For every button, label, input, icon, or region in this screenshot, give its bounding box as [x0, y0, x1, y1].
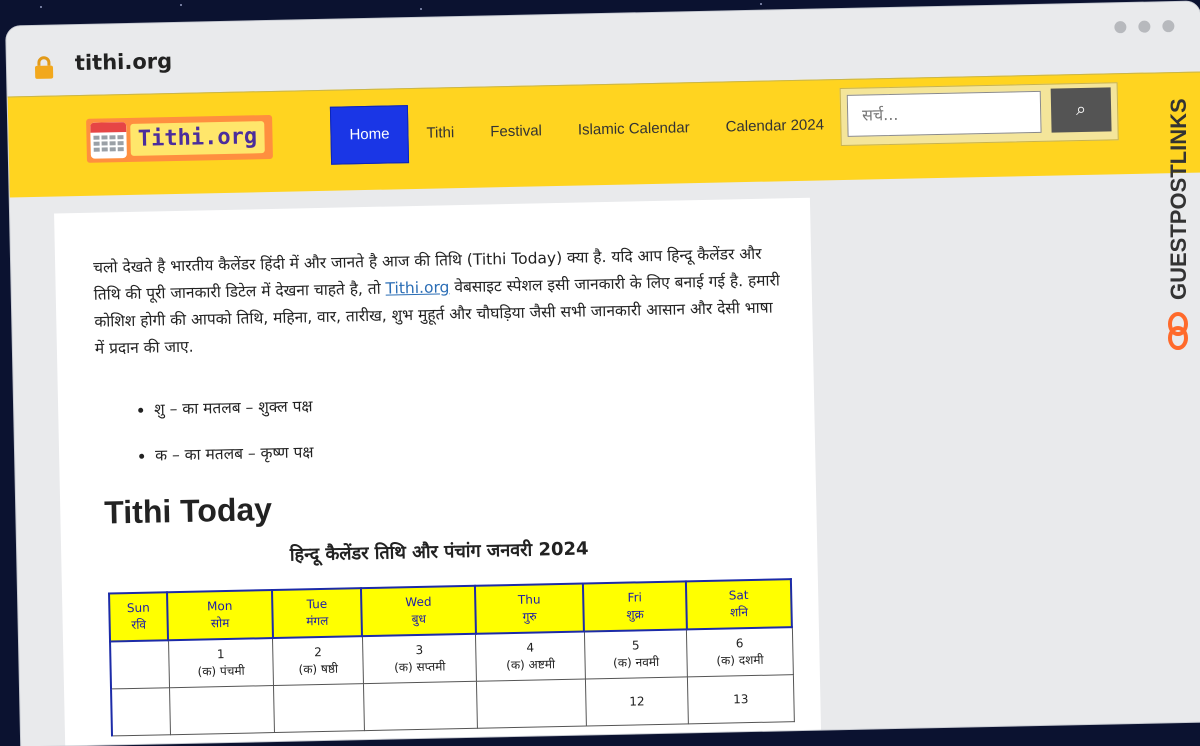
calendar-cell[interactable]: 2 (क) षष्ठी — [272, 636, 364, 686]
day-header: Mon सोम — [167, 590, 273, 641]
calendar-cell — [363, 681, 478, 731]
logo-text: Tithi.org — [130, 121, 265, 156]
main-nav: Home Tithi Festival Islamic Calendar Cal… — [329, 96, 843, 165]
calendar-cell — [169, 685, 275, 735]
search-icon: ⌕ — [1075, 98, 1087, 121]
day-header: Wed बुध — [361, 585, 476, 637]
section-heading: Tithi Today — [103, 491, 273, 531]
intro-paragraph: चलो देखते है भारतीय कैलेंडर हिंदी में और… — [93, 240, 785, 362]
calendar-cell[interactable]: 5 (क) नवमी — [584, 629, 688, 680]
window-dot[interactable] — [1138, 20, 1151, 33]
window-controls — [1114, 20, 1175, 34]
nav-festival[interactable]: Festival — [472, 103, 561, 161]
calendar-cell[interactable]: 12 — [585, 676, 689, 727]
calendar-cell — [111, 687, 170, 736]
search-input[interactable]: सर्च... — [846, 90, 1042, 137]
calendar-cell[interactable]: 3 (क) सप्तमी — [362, 633, 477, 684]
legend-list: शु – का मतलब – शुक्ल पक्ष क – का मतलब – … — [136, 394, 314, 490]
day-header: Fri शुक्र — [583, 581, 687, 632]
list-item: क – का मतलब – कृष्ण पक्ष — [155, 440, 314, 465]
tithi-link[interactable]: Tithi.org — [385, 278, 449, 297]
day-header: Sun रवि — [109, 592, 169, 642]
address-bar-url[interactable]: tithi.org — [75, 49, 173, 75]
calendar-icon — [90, 122, 127, 159]
day-header: Thu गुरु — [474, 583, 585, 634]
browser-window: tithi.org Tithi.org Home Tithi Festival … — [6, 1, 1200, 746]
nav-home[interactable]: Home — [329, 105, 410, 165]
window-dot[interactable] — [1162, 20, 1175, 33]
lock-icon — [35, 56, 54, 79]
search-button[interactable]: ⌕ — [1050, 87, 1112, 133]
calendar-cell[interactable]: 1 (क) पंचमी — [168, 638, 274, 688]
guestpostlinks-watermark: GUESTPOSTLINKS — [1166, 98, 1191, 350]
calendar-cell[interactable]: 13 — [687, 674, 794, 724]
site-logo[interactable]: Tithi.org — [86, 114, 273, 163]
svg-text:GUESTPOSTLINKS: GUESTPOSTLINKS — [1166, 98, 1191, 300]
day-header: Sat शनि — [685, 579, 792, 630]
calendar-cell — [273, 683, 365, 733]
nav-islamic-calendar[interactable]: Islamic Calendar — [559, 100, 708, 159]
calendar-cell[interactable]: 4 (क) अष्टमी — [475, 631, 586, 682]
nav-calendar-2024[interactable]: Calendar 2024 — [707, 97, 843, 156]
calendar-cell[interactable]: 6 (क) दशमी — [686, 627, 793, 677]
calendar-caption: हिन्दू कैलेंडर तिथि और पंचांग जनवरी 2024 — [289, 538, 589, 566]
calendar-cell — [110, 640, 170, 689]
site-header: Tithi.org Home Tithi Festival Islamic Ca… — [7, 71, 1200, 198]
calendar-cell — [476, 679, 587, 729]
search-box: सर्च... ⌕ — [839, 82, 1119, 147]
day-header: Tue मंगल — [271, 588, 363, 639]
calendar-table: Sun रवि Mon सोम Tue मंगल Wed बुध Thu गुरु Fri… — [108, 578, 795, 736]
list-item: शु – का मतलब – शुक्ल पक्ष — [154, 394, 313, 419]
window-dot[interactable] — [1114, 21, 1127, 34]
main-content: चलो देखते है भारतीय कैलेंडर हिंदी में और… — [54, 197, 822, 746]
nav-tithi[interactable]: Tithi — [408, 105, 473, 162]
